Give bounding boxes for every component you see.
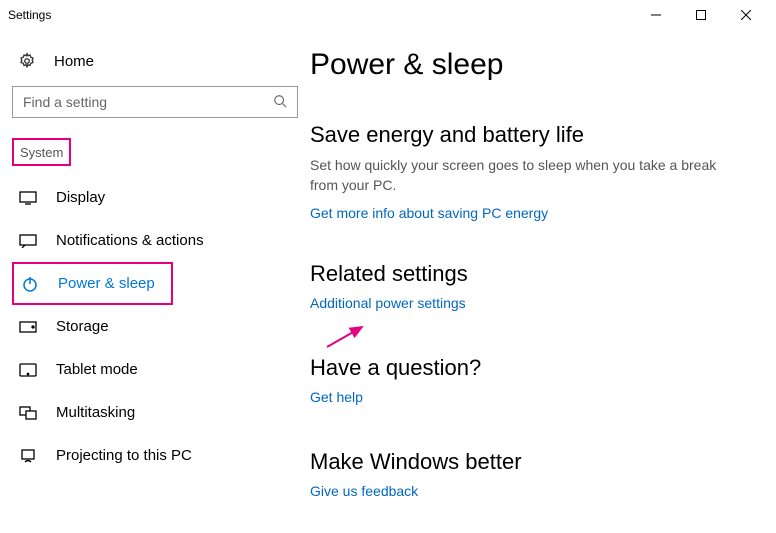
better-heading: Make Windows better [310,449,746,475]
sidebar-item-display[interactable]: Display [12,176,298,219]
window-controls [633,0,768,30]
maximize-button[interactable] [678,0,723,30]
power-icon [20,276,40,292]
page-title: Power & sleep [310,48,746,82]
sidebar-item-tablet[interactable]: Tablet mode [12,348,298,391]
close-button[interactable] [723,0,768,30]
sidebar-item-multitasking[interactable]: Multitasking [12,391,298,434]
section-better: Make Windows better Give us feedback [310,449,746,499]
category-label: System [20,145,63,160]
annotation-highlight-power: Power & sleep [12,262,173,305]
search-placeholder: Find a setting [23,94,273,110]
annotation-highlight-category: System [12,138,71,166]
multitasking-icon [18,406,38,420]
search-icon [273,94,287,111]
section-related: Related settings Additional power settin… [310,261,746,311]
section-question: Have a question? Get help [310,355,746,405]
energy-desc: Set how quickly your screen goes to slee… [310,156,746,195]
feedback-link[interactable]: Give us feedback [310,483,418,499]
nav-label: Power & sleep [58,275,155,292]
energy-heading: Save energy and battery life [310,122,746,148]
additional-power-settings-link[interactable]: Additional power settings [310,295,466,311]
gear-icon [18,52,36,70]
nav-label: Projecting to this PC [56,447,192,464]
nav-label: Multitasking [56,404,135,421]
nav-label: Notifications & actions [56,232,204,249]
sidebar: Home Find a setting System Display [0,30,310,533]
nav-label: Storage [56,318,109,335]
sidebar-item-storage[interactable]: Storage [12,305,298,348]
sidebar-item-power-sleep[interactable]: Power & sleep [14,264,161,303]
home-link[interactable]: Home [12,40,298,86]
home-label: Home [54,53,94,70]
related-heading: Related settings [310,261,746,287]
nav-label: Display [56,189,105,206]
main-content: Power & sleep Save energy and battery li… [310,30,776,533]
energy-link[interactable]: Get more info about saving PC energy [310,205,548,221]
tablet-icon [18,363,38,377]
search-input[interactable]: Find a setting [12,86,298,118]
sidebar-item-notifications[interactable]: Notifications & actions [12,219,298,262]
sidebar-item-projecting[interactable]: Projecting to this PC [12,434,298,477]
projecting-icon [18,449,38,463]
window-title: Settings [8,8,633,22]
minimize-button[interactable] [633,0,678,30]
titlebar: Settings [0,0,776,30]
storage-icon [18,321,38,333]
display-icon [18,191,38,205]
nav-label: Tablet mode [56,361,138,378]
notifications-icon [18,234,38,248]
get-help-link[interactable]: Get help [310,389,363,405]
section-energy: Save energy and battery life Set how qui… [310,122,746,221]
question-heading: Have a question? [310,355,746,381]
